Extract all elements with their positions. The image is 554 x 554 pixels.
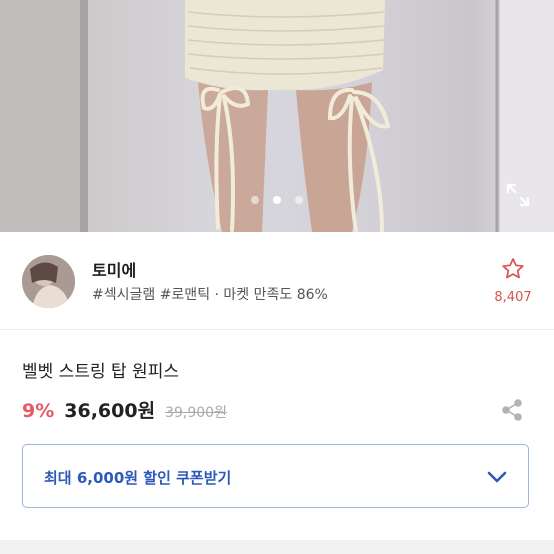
share-icon[interactable] xyxy=(500,398,524,422)
divider xyxy=(0,329,554,330)
section-separator xyxy=(0,540,554,554)
carousel-dot[interactable] xyxy=(295,196,303,204)
carousel-dot-active[interactable] xyxy=(273,196,281,204)
carousel-dot[interactable] xyxy=(251,196,259,204)
coupon-download-button[interactable]: 최대 6,000원 할인 쿠폰받기 xyxy=(22,444,529,508)
avatar[interactable] xyxy=(22,255,75,308)
chevron-down-icon xyxy=(487,471,507,483)
sale-price: 36,600원 xyxy=(64,400,156,422)
seller-info[interactable]: 토미에 #섹시글램 #로맨틱 · 마켓 만족도 86% 8,407 xyxy=(0,232,554,330)
favorite-button[interactable]: 8,407 xyxy=(494,256,532,305)
star-outline-icon xyxy=(502,258,524,279)
carousel-indicator xyxy=(0,196,554,204)
favorite-count: 8,407 xyxy=(494,290,532,305)
seller-name[interactable]: 토미에 xyxy=(92,257,136,281)
original-price: 39,900원 xyxy=(165,405,227,421)
discount-rate: 9% xyxy=(22,400,55,422)
price-row: 9% 36,600원 39,900원 xyxy=(22,396,227,423)
seller-tags: #섹시글램 #로맨틱 · 마켓 만족도 86% xyxy=(92,287,328,303)
product-image-carousel[interactable] xyxy=(0,0,554,232)
expand-icon[interactable] xyxy=(504,181,532,209)
product-title: 벨벳 스트링 탑 원피스 xyxy=(22,362,179,382)
coupon-label: 최대 6,000원 할인 쿠폰받기 xyxy=(44,469,232,487)
